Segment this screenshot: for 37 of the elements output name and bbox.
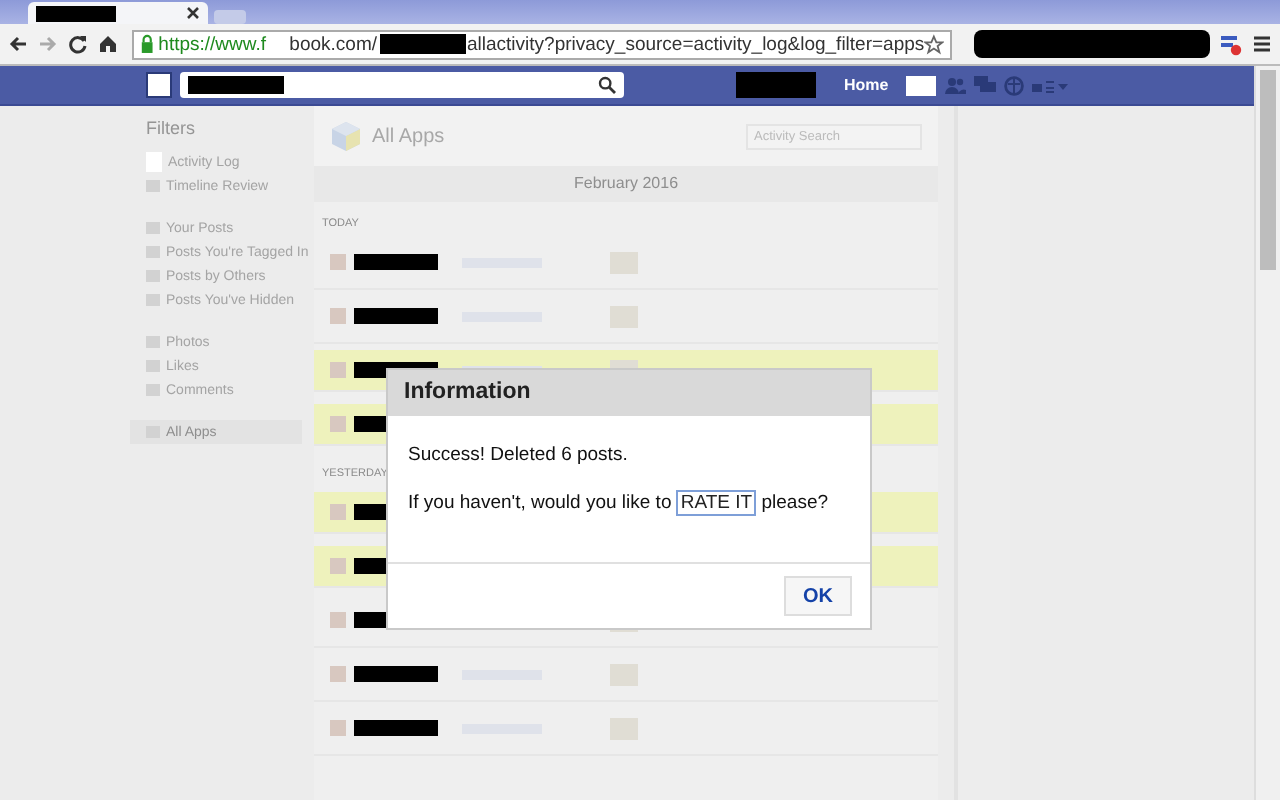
logo-placeholder[interactable]: [146, 72, 172, 98]
app-icon: [330, 558, 346, 574]
close-icon[interactable]: [186, 6, 200, 20]
app-icon: [330, 254, 346, 270]
url-text: allactivity?privacy_source=activity_log&log_filter=apps: [467, 33, 925, 55]
app-icon: [330, 612, 346, 628]
menu-icon[interactable]: [1252, 34, 1272, 54]
search-field[interactable]: [180, 72, 624, 98]
app-icon: [330, 720, 346, 736]
address-bar[interactable]: https://www.f book.com/ allactivity?privacy_source=activity_log&log_filter=apps: [132, 29, 952, 59]
extension-icon[interactable]: [1220, 33, 1242, 55]
app-icon: [330, 666, 346, 682]
url-text: book.com/: [289, 33, 377, 55]
star-icon[interactable]: [924, 33, 945, 55]
ok-button[interactable]: OK: [784, 576, 852, 616]
home-link[interactable]: Home: [844, 76, 889, 94]
page-title: All Apps: [372, 125, 445, 147]
rate-link[interactable]: RATE IT: [676, 490, 757, 516]
profile-placeholder[interactable]: [906, 75, 937, 95]
scroll-bar[interactable]: [1254, 66, 1280, 800]
back-icon[interactable]: [8, 34, 28, 54]
month-heading: February 2016: [314, 166, 938, 202]
lock-icon: [140, 34, 155, 54]
app-icon: [330, 308, 346, 324]
app-icon: [330, 362, 346, 378]
app-icon: [330, 504, 346, 520]
reload-icon[interactable]: [68, 34, 88, 54]
home-icon[interactable]: [98, 34, 118, 54]
browser-tab[interactable]: [28, 2, 208, 24]
url-text: https://www.f: [158, 33, 267, 55]
search-icon: [598, 76, 616, 94]
app-icon: [330, 416, 346, 432]
dialog-title: Information: [388, 370, 870, 416]
sidebar-title: Filters: [144, 118, 197, 138]
dialog-message: Success! Deleted 6 posts.: [408, 444, 630, 466]
cube-icon: [330, 120, 362, 152]
dialog-prompt: If you haven't, would you like to RATE IT please?: [408, 492, 831, 514]
